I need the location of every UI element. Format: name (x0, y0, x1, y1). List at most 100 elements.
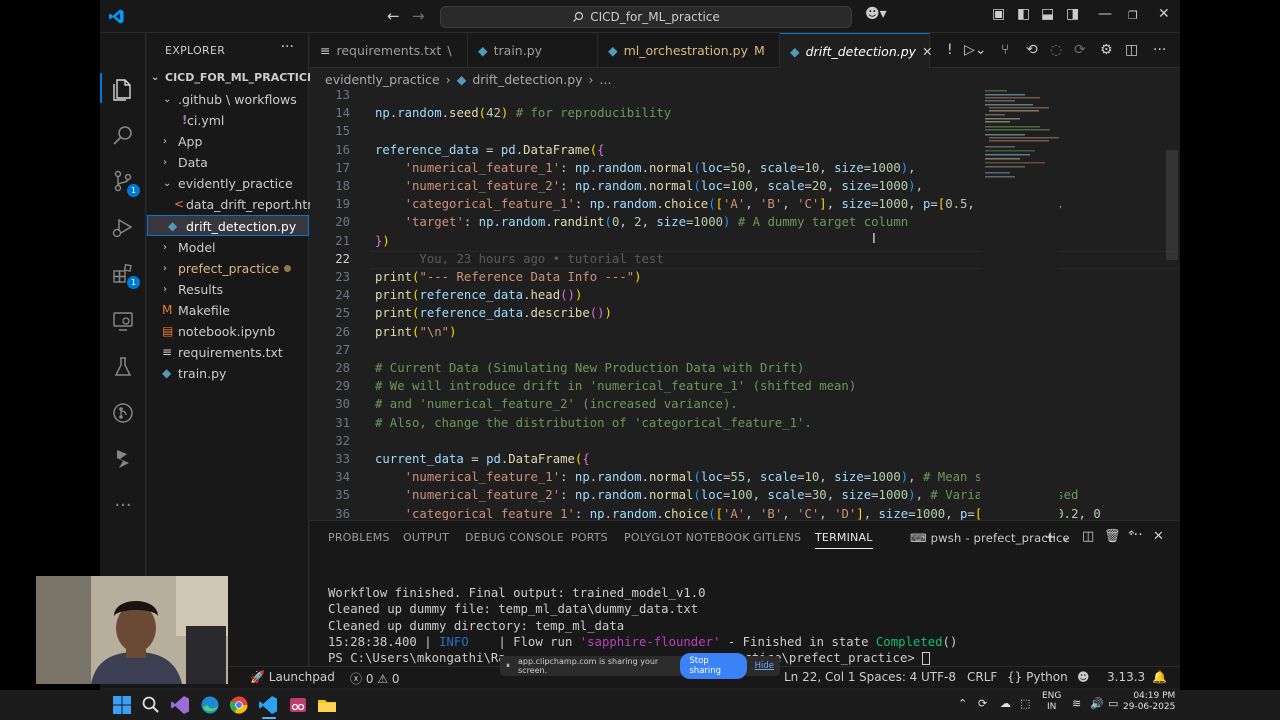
layout-customize-icon[interactable]: ▣ (992, 6, 1005, 22)
tree-folder-model[interactable]: › Model (147, 237, 309, 258)
tab-polyglot-notebook[interactable]: POLYGLOT NOTEBOOK (624, 531, 750, 544)
tab-problems[interactable]: PROBLEMS (328, 531, 390, 544)
indentation[interactable]: Spaces: 4 (859, 670, 917, 684)
tree-folder-app[interactable]: › App (147, 131, 309, 152)
tree-file-notebook[interactable]: ▤ notebook.ipynb (147, 321, 309, 342)
language-indicator[interactable]: ENG IN (1042, 691, 1061, 713)
tree-folder-prefect[interactable]: › prefect_practice (147, 258, 309, 279)
tree-folder-github[interactable]: ⌄ .github \ workflows (147, 89, 309, 110)
restore-icon[interactable]: ❐ (1128, 9, 1138, 22)
tab-requirements[interactable]: ≡ requirements.txt \ (310, 33, 468, 68)
more-actions-icon[interactable]: ··· (1153, 42, 1166, 58)
webcam-image (36, 576, 228, 684)
chevron-down-icon[interactable]: ⌄ (1061, 531, 1070, 544)
windows-start-icon[interactable] (112, 695, 132, 715)
taskbar-search-icon[interactable] (141, 695, 161, 715)
forward-arrow-icon[interactable]: → (412, 7, 425, 25)
command-center-search[interactable]: CICD_for_ML_practice (440, 6, 852, 28)
more-actions-icon[interactable]: ··· (1129, 527, 1143, 543)
breadcrumb-folder[interactable]: evidently_practice (325, 72, 440, 87)
tray-chevron-icon[interactable]: ⌃ (958, 697, 967, 710)
new-terminal-icon[interactable]: + (1044, 528, 1057, 546)
tray-app-icon[interactable]: ⟳ (978, 697, 987, 710)
editor-scrollbar[interactable] (1166, 150, 1178, 260)
tree-file-requirements[interactable]: ≡ requirements.txt (147, 342, 309, 363)
close-tab-icon[interactable]: ✕ (922, 44, 932, 59)
hide-banner-link[interactable]: Hide (755, 661, 774, 671)
tab-ports[interactable]: PORTS (571, 531, 608, 544)
snipping-tool-icon[interactable] (288, 695, 308, 715)
workspace-root[interactable]: ⌄ CICD_FOR_ML_PRACTICE (147, 67, 314, 88)
tree-file-data-drift-report[interactable]: < data_drift_report.html (147, 194, 323, 215)
copilot-status-icon[interactable]: ☻ (1077, 670, 1090, 684)
volume-icon[interactable]: 🔊 (1090, 697, 1104, 710)
tray-app-icon-2[interactable]: ⬚ (1020, 697, 1030, 710)
gitlens-blame-icon[interactable]: ◌ (1050, 42, 1062, 58)
explorer-icon[interactable] (110, 76, 136, 102)
tree-file-train[interactable]: ◆ train.py (147, 363, 309, 384)
alert-icon[interactable]: ! (947, 42, 953, 58)
clock[interactable]: 04:19 PM 29-06-2025 (1123, 691, 1175, 713)
copilot-icon[interactable]: ☻▾ (865, 6, 887, 22)
more-views-icon[interactable]: ··· (110, 492, 136, 518)
source-control-icon[interactable]: 1 (110, 168, 140, 197)
toggle-sidebar-icon[interactable]: ◧ (1017, 6, 1030, 22)
minimap[interactable] (980, 90, 1060, 520)
toggle-panel-icon[interactable]: ⬓ (1041, 6, 1054, 22)
tree-folder-results[interactable]: › Results (147, 279, 309, 300)
tab-gitlens[interactable]: GITLENS (753, 531, 801, 544)
onedrive-icon[interactable]: ☁ (1000, 697, 1011, 710)
breadcrumb-file[interactable]: drift_detection.py (472, 72, 582, 87)
wifi-icon[interactable]: ≋ (1072, 697, 1081, 710)
extensions-icon[interactable]: 1 (110, 260, 140, 289)
tab-terminal[interactable]: TERMINAL (815, 531, 873, 549)
tab-train[interactable]: ◆ train.py (468, 33, 598, 68)
tree-file-drift-detection[interactable]: ◆ drift_detection.py (147, 215, 309, 236)
visual-studio-icon[interactable] (170, 695, 190, 715)
testing-icon[interactable] (110, 354, 136, 380)
run-debug-icon[interactable] (110, 214, 136, 240)
toggle-secondary-sidebar-icon[interactable]: ◨ (1066, 6, 1079, 22)
chrome-icon[interactable] (229, 695, 249, 715)
back-arrow-icon[interactable]: ← (387, 7, 400, 25)
problems-item[interactable]: ⓧ 0 ⚠ 0 (350, 670, 400, 687)
file-explorer-icon[interactable] (317, 695, 337, 715)
python-version[interactable]: 3.13.3 (1107, 670, 1145, 684)
breadcrumb-symbol[interactable]: ... (600, 72, 612, 87)
close-window-icon[interactable]: ✕ (1158, 6, 1170, 22)
tab-debug-console[interactable]: DEBUG CONSOLE (465, 531, 564, 544)
search-icon[interactable] (110, 122, 136, 148)
gitlens-previous-icon[interactable]: ⟲ (1026, 42, 1038, 58)
end-of-line[interactable]: CRLF (967, 670, 997, 684)
split-editor-icon[interactable]: ◫ (1125, 42, 1138, 58)
gitlens-next-icon[interactable]: ⟳ (1074, 42, 1086, 58)
tab-output[interactable]: OUTPUT (403, 531, 449, 544)
encoding[interactable]: UTF-8 (921, 670, 956, 684)
notifications-icon[interactable]: 🔔 (1152, 670, 1167, 684)
remote-explorer-icon[interactable] (110, 308, 136, 334)
open-changes-icon[interactable]: ⚙ (1100, 42, 1113, 58)
tree-file-ci-yml[interactable]: ! ci.yml (147, 110, 309, 131)
kill-terminal-icon[interactable]: 🗑 (1104, 529, 1121, 544)
gitlens-icon[interactable] (110, 400, 136, 426)
tree-folder-evidently[interactable]: ⌄ evidently_practice (147, 173, 309, 194)
edge-icon[interactable] (200, 695, 220, 715)
launchpad-item[interactable]: 🚀 Launchpad (250, 670, 335, 684)
tab-drift-detection[interactable]: ◆ drift_detection.py ✕ (780, 33, 933, 68)
cursor-position[interactable]: Ln 22, Col 1 (784, 670, 856, 684)
run-file-icon[interactable]: ▷⌄ (964, 42, 987, 58)
language-mode[interactable]: {} Python (1007, 670, 1068, 684)
more-actions-icon[interactable]: ··· (281, 39, 294, 55)
minimize-icon[interactable]: — (1098, 6, 1112, 22)
vscode-taskbar-icon[interactable] (258, 695, 278, 715)
tree-file-makefile[interactable]: M Makefile (147, 300, 309, 321)
stop-sharing-button[interactable]: Stop sharing (680, 653, 747, 679)
git-compare-icon[interactable]: ⑂ (1001, 42, 1009, 58)
close-panel-icon[interactable]: ✕ (1153, 529, 1164, 544)
battery-icon[interactable]: ▭ (1108, 697, 1118, 710)
code-text: print(reference_data.describe()) (375, 306, 612, 321)
split-terminal-icon[interactable]: ◫ (1082, 529, 1094, 544)
tree-folder-data[interactable]: › Data (147, 152, 309, 173)
tab-ml-orchestration[interactable]: ◆ ml_orchestration.py M (598, 33, 780, 68)
prefect-icon[interactable] (110, 446, 136, 472)
